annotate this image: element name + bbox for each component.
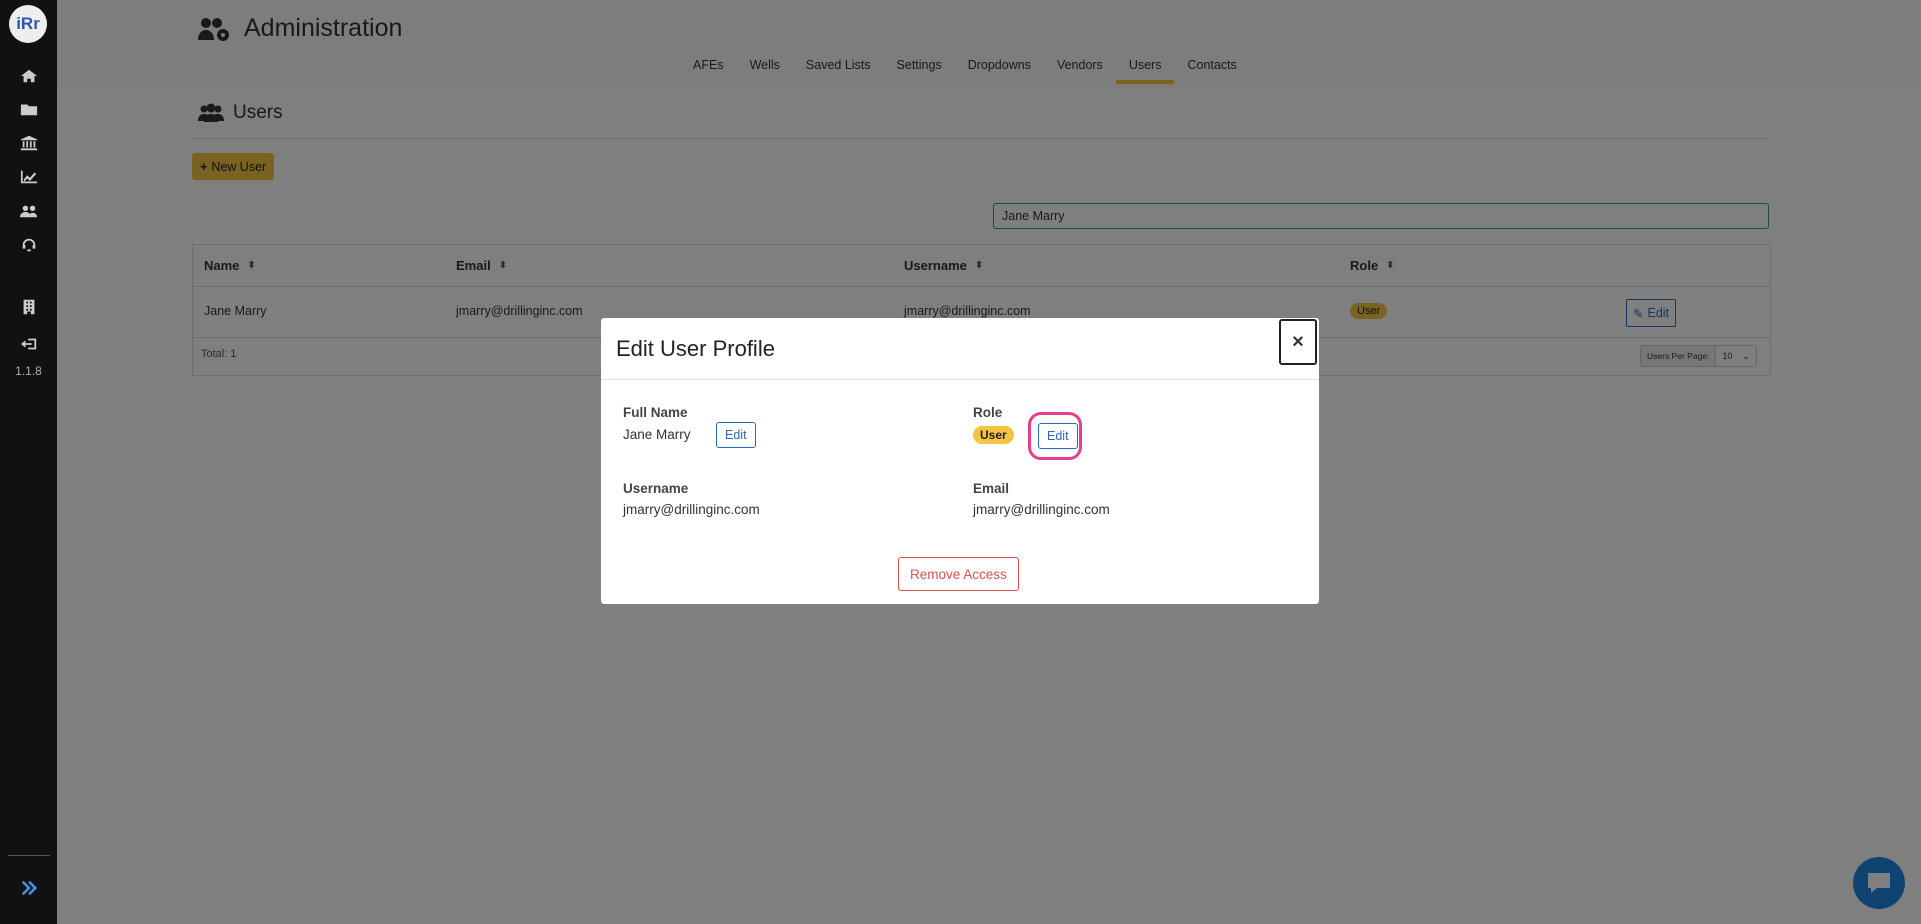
email-value: jmarry@drillinginc.com	[973, 502, 1110, 517]
username-value: jmarry@drillinginc.com	[623, 502, 760, 517]
role-badge: User	[973, 426, 1014, 444]
focus-highlight	[1028, 412, 1082, 460]
modal-divider	[601, 379, 1319, 380]
bank-icon[interactable]	[14, 132, 44, 154]
sidebar: iRr 1.1.8	[0, 0, 57, 924]
building-icon[interactable]	[14, 296, 44, 318]
logo-text: iRr	[16, 14, 40, 33]
close-button[interactable]: ×	[1279, 319, 1317, 365]
modal-title: Edit User Profile	[616, 336, 775, 361]
full-name-value: Jane Marry	[623, 427, 691, 442]
double-chevron-right-icon[interactable]	[16, 877, 42, 899]
chart-icon[interactable]	[14, 166, 44, 188]
remove-access-button[interactable]: Remove Access	[898, 557, 1019, 591]
app-logo[interactable]: iRr	[9, 5, 47, 43]
sidebar-divider	[8, 855, 50, 856]
sign-out-icon[interactable]	[14, 333, 44, 355]
email-label: Email	[973, 481, 1010, 496]
close-icon: ×	[1292, 330, 1304, 353]
full-name-label: Full Name	[623, 405, 688, 420]
home-icon[interactable]	[14, 65, 44, 87]
username-label: Username	[623, 481, 689, 496]
folder-icon[interactable]	[14, 98, 44, 120]
support-icon[interactable]	[14, 234, 44, 256]
edit-full-name-button[interactable]: Edit	[716, 422, 756, 448]
app-version: 1.1.8	[15, 364, 42, 378]
users-cog-icon[interactable]	[14, 200, 44, 222]
role-label: Role	[973, 405, 1003, 420]
edit-user-modal: Edit User Profile × Full Name Jane Marry…	[601, 318, 1319, 604]
